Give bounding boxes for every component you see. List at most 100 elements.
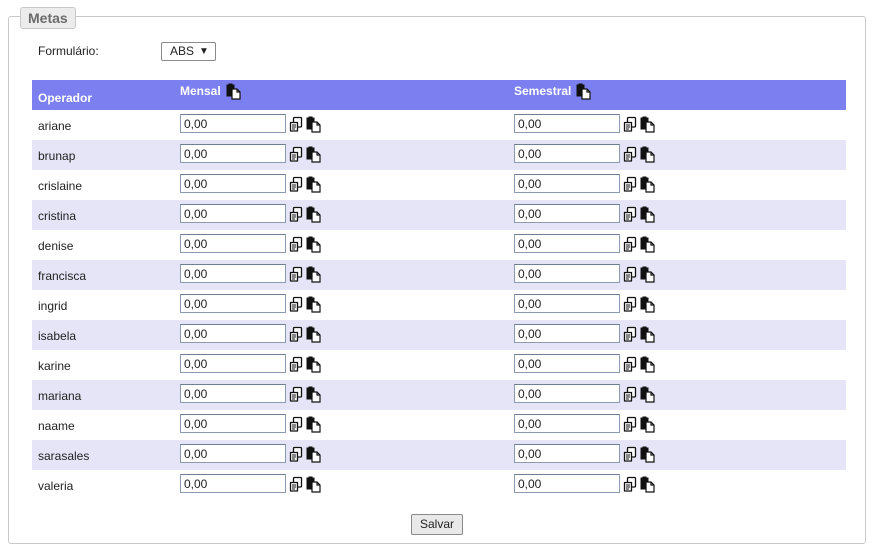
paste-icon[interactable] bbox=[305, 326, 322, 343]
paste-icon[interactable] bbox=[639, 446, 656, 463]
header-operator: Operador bbox=[38, 83, 92, 113]
copy-icon[interactable] bbox=[288, 386, 305, 403]
paste-icon[interactable] bbox=[639, 146, 656, 163]
semester-goal-input[interactable] bbox=[514, 324, 620, 343]
paste-icon[interactable] bbox=[639, 296, 656, 313]
paste-icon[interactable] bbox=[639, 266, 656, 283]
copy-icon[interactable] bbox=[288, 416, 305, 433]
copy-icon[interactable] bbox=[288, 326, 305, 343]
paste-icon[interactable] bbox=[305, 236, 322, 253]
paste-icon[interactable] bbox=[639, 476, 656, 493]
paste-icon[interactable] bbox=[305, 296, 322, 313]
semester-goal-input[interactable] bbox=[514, 444, 620, 463]
paste-icon[interactable] bbox=[305, 116, 322, 133]
monthly-goal-input[interactable] bbox=[180, 474, 286, 493]
paste-icon[interactable] bbox=[639, 116, 656, 133]
copy-icon[interactable] bbox=[288, 296, 305, 313]
copy-icon[interactable] bbox=[622, 446, 639, 463]
operator-name: valeria bbox=[38, 479, 74, 493]
paste-icon[interactable] bbox=[305, 206, 322, 223]
semester-actions bbox=[622, 326, 656, 343]
semester-goal-input[interactable] bbox=[514, 234, 620, 253]
monthly-actions bbox=[288, 176, 322, 193]
copy-icon[interactable] bbox=[622, 116, 639, 133]
paste-icon[interactable] bbox=[639, 386, 656, 403]
copy-icon[interactable] bbox=[288, 116, 305, 133]
semester-goal-input[interactable] bbox=[514, 414, 620, 433]
paste-icon[interactable] bbox=[305, 176, 322, 193]
paste-icon[interactable] bbox=[639, 356, 656, 373]
copy-icon[interactable] bbox=[288, 446, 305, 463]
monthly-goal-input[interactable] bbox=[180, 144, 286, 163]
copy-icon[interactable] bbox=[622, 236, 639, 253]
paste-icon[interactable] bbox=[305, 146, 322, 163]
paste-icon[interactable] bbox=[575, 83, 592, 100]
copy-icon[interactable] bbox=[622, 416, 639, 433]
monthly-goal-input[interactable] bbox=[180, 294, 286, 313]
table-row: mariana bbox=[32, 380, 846, 410]
semester-actions bbox=[622, 116, 656, 133]
copy-icon[interactable] bbox=[622, 326, 639, 343]
monthly-goal-input[interactable] bbox=[180, 324, 286, 343]
semester-goal-input[interactable] bbox=[514, 114, 620, 133]
copy-icon[interactable] bbox=[622, 206, 639, 223]
monthly-actions bbox=[288, 356, 322, 373]
semester-goal-input[interactable] bbox=[514, 144, 620, 163]
monthly-goal-input[interactable] bbox=[180, 204, 286, 223]
semester-goal-input[interactable] bbox=[514, 264, 620, 283]
semester-actions bbox=[622, 446, 656, 463]
copy-icon[interactable] bbox=[288, 176, 305, 193]
paste-icon[interactable] bbox=[305, 386, 322, 403]
save-button[interactable]: Salvar bbox=[410, 514, 463, 535]
semester-actions bbox=[622, 266, 656, 283]
dropdown-arrow-icon: ▼ bbox=[199, 45, 209, 57]
copy-icon[interactable] bbox=[288, 476, 305, 493]
monthly-goal-input[interactable] bbox=[180, 174, 286, 193]
monthly-goal-input[interactable] bbox=[180, 234, 286, 253]
monthly-goal-input[interactable] bbox=[180, 354, 286, 373]
semester-goal-input[interactable] bbox=[514, 474, 620, 493]
form-select[interactable]: ABS ▼ bbox=[161, 41, 216, 61]
copy-icon[interactable] bbox=[622, 296, 639, 313]
semester-actions bbox=[622, 416, 656, 433]
semester-goal-input[interactable] bbox=[514, 354, 620, 373]
table-row: crislaine bbox=[32, 170, 846, 200]
table-row: francisca bbox=[32, 260, 846, 290]
paste-icon[interactable] bbox=[639, 326, 656, 343]
copy-icon[interactable] bbox=[288, 356, 305, 373]
semester-actions bbox=[622, 296, 656, 313]
monthly-goal-input[interactable] bbox=[180, 414, 286, 433]
paste-icon[interactable] bbox=[639, 236, 656, 253]
monthly-goal-input[interactable] bbox=[180, 384, 286, 403]
copy-icon[interactable] bbox=[288, 236, 305, 253]
semester-goal-input[interactable] bbox=[514, 204, 620, 223]
paste-icon[interactable] bbox=[639, 206, 656, 223]
copy-icon[interactable] bbox=[288, 266, 305, 283]
copy-icon[interactable] bbox=[622, 356, 639, 373]
copy-icon[interactable] bbox=[622, 146, 639, 163]
paste-icon[interactable] bbox=[305, 416, 322, 433]
monthly-goal-input[interactable] bbox=[180, 114, 286, 133]
copy-icon[interactable] bbox=[622, 266, 639, 283]
copy-icon[interactable] bbox=[622, 176, 639, 193]
paste-icon[interactable] bbox=[305, 476, 322, 493]
copy-icon[interactable] bbox=[288, 146, 305, 163]
paste-icon[interactable] bbox=[639, 176, 656, 193]
paste-icon[interactable] bbox=[305, 356, 322, 373]
paste-icon[interactable] bbox=[639, 416, 656, 433]
paste-icon[interactable] bbox=[225, 83, 242, 100]
monthly-actions bbox=[288, 416, 322, 433]
paste-icon[interactable] bbox=[305, 266, 322, 283]
semester-goal-input[interactable] bbox=[514, 384, 620, 403]
monthly-actions bbox=[288, 236, 322, 253]
monthly-goal-input[interactable] bbox=[180, 444, 286, 463]
copy-icon[interactable] bbox=[622, 476, 639, 493]
semester-goal-input[interactable] bbox=[514, 174, 620, 193]
header-semester: Semestral bbox=[514, 76, 592, 106]
copy-icon[interactable] bbox=[622, 386, 639, 403]
operator-name: mariana bbox=[38, 389, 82, 403]
semester-goal-input[interactable] bbox=[514, 294, 620, 313]
monthly-goal-input[interactable] bbox=[180, 264, 286, 283]
paste-icon[interactable] bbox=[305, 446, 322, 463]
copy-icon[interactable] bbox=[288, 206, 305, 223]
